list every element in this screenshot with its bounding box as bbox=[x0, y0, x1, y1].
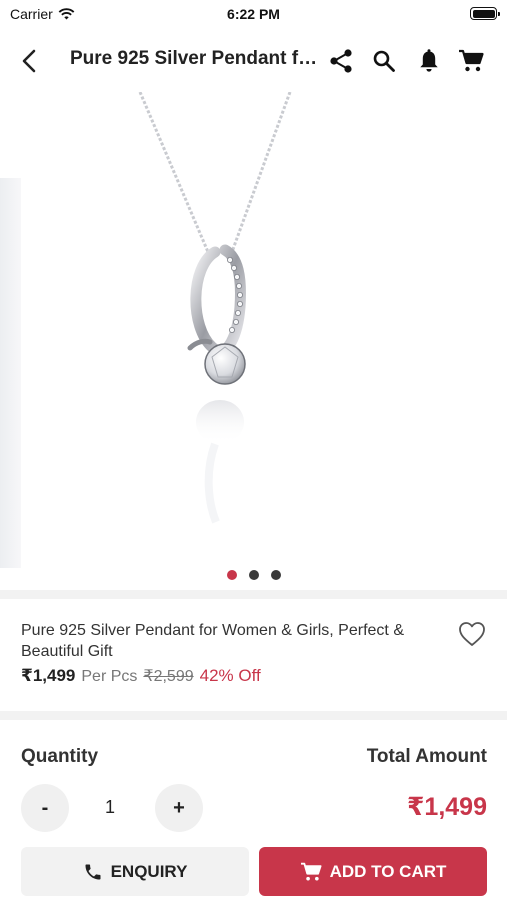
original-price: ₹2,599 bbox=[143, 668, 194, 685]
nav-bar: Pure 925 Silver Pendant for Women & Girl… bbox=[0, 36, 507, 86]
add-to-cart-label: ADD TO CART bbox=[329, 861, 447, 881]
gallery-dot[interactable] bbox=[248, 570, 259, 580]
status-time: 6:22 PM bbox=[227, 6, 280, 22]
quantity-value: 1 bbox=[104, 797, 115, 817]
price-unit: Per Pcs bbox=[81, 668, 138, 685]
search-icon bbox=[373, 50, 395, 72]
cart-icon bbox=[300, 862, 322, 880]
search-button[interactable] bbox=[370, 47, 398, 75]
quantity-decrement-button[interactable]: - bbox=[21, 784, 69, 832]
product-image bbox=[138, 92, 292, 524]
enquiry-label: ENQUIRY bbox=[110, 861, 188, 881]
gallery-dot[interactable] bbox=[226, 570, 237, 580]
cart-icon bbox=[459, 49, 484, 72]
phone-icon bbox=[85, 864, 101, 879]
discount-badge: 42% Off bbox=[199, 666, 261, 685]
product-image-gallery[interactable] bbox=[0, 92, 507, 590]
share-icon bbox=[330, 49, 352, 73]
gallery-dot[interactable] bbox=[270, 570, 281, 580]
section-divider bbox=[0, 711, 507, 720]
quantity-increment-button[interactable]: + bbox=[155, 784, 203, 832]
back-button[interactable] bbox=[14, 46, 44, 76]
quantity-label: Quantity bbox=[21, 746, 99, 767]
selling-price: ₹1,499 bbox=[21, 666, 76, 685]
previous-image-peek bbox=[0, 178, 21, 568]
section-divider bbox=[0, 590, 507, 599]
total-amount-value: ₹1,499 bbox=[407, 793, 487, 821]
add-to-cart-button[interactable]: ADD TO CART bbox=[259, 847, 487, 896]
gallery-pagination bbox=[0, 570, 507, 580]
total-amount-label: Total Amount bbox=[366, 746, 487, 767]
heart-icon bbox=[459, 622, 485, 646]
enquiry-button[interactable]: ENQUIRY bbox=[21, 847, 249, 896]
price-row: ₹1,499 Per Pcs ₹2,599 42% Off bbox=[21, 666, 261, 686]
bell-icon bbox=[420, 49, 438, 72]
back-arrow-icon bbox=[22, 49, 36, 73]
notifications-button[interactable] bbox=[415, 47, 443, 75]
battery-icon bbox=[470, 7, 500, 20]
status-bar: Carrier 6:22 PM bbox=[0, 0, 507, 28]
cart-button[interactable] bbox=[457, 47, 485, 75]
page-title: Pure 925 Silver Pendant for Women & Girl… bbox=[70, 48, 320, 69]
product-name: Pure 925 Silver Pendant for Women & Girl… bbox=[21, 622, 404, 660]
share-button[interactable] bbox=[327, 47, 355, 75]
wishlist-button[interactable] bbox=[458, 621, 486, 647]
